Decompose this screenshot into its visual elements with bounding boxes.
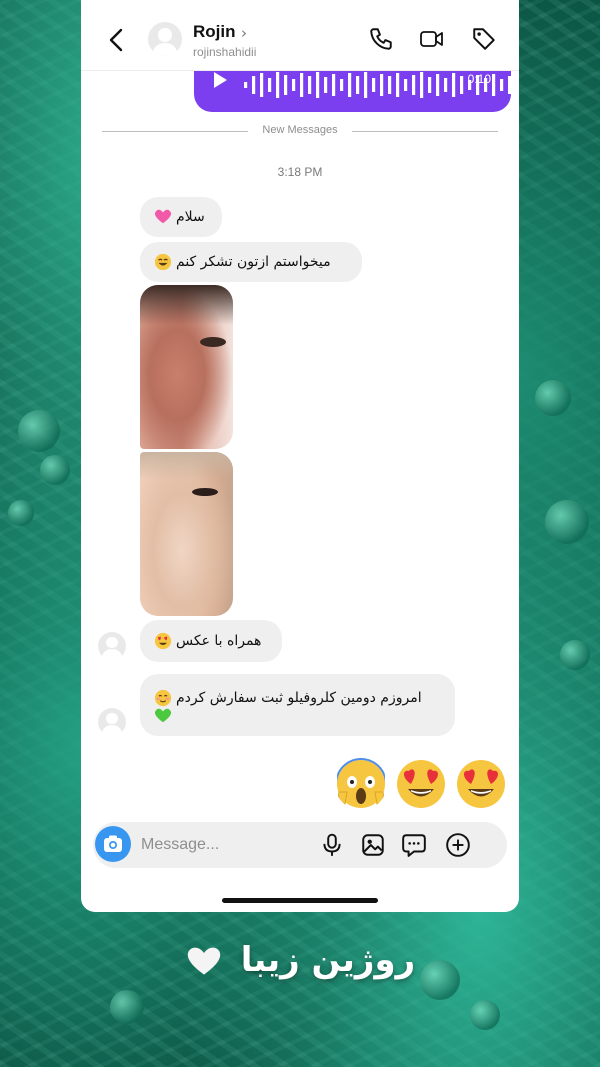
heart-eyes-icon[interactable]: [455, 758, 507, 810]
message-text: همراه با عکس: [176, 633, 262, 649]
back-arrow-icon[interactable]: [109, 28, 123, 52]
attached-photo[interactable]: [140, 285, 233, 449]
message-bubble[interactable]: همراه با عکس: [140, 620, 282, 662]
message-bubble[interactable]: امروزم دومین کلروفیلو ثبت سفارش کردم: [140, 674, 455, 736]
camera-button[interactable]: [95, 826, 131, 862]
chevron-right-icon[interactable]: ›: [241, 24, 247, 42]
separator-line-right: [352, 131, 498, 132]
phone-call-icon[interactable]: [368, 26, 394, 52]
new-messages-separator: New Messages: [262, 124, 338, 136]
microphone-icon[interactable]: [319, 832, 345, 858]
message-bubble[interactable]: میخواستم ازتون تشکر کنم: [140, 242, 362, 282]
play-icon[interactable]: [214, 72, 227, 88]
sticker-chat-icon[interactable]: [401, 832, 427, 858]
background-bubble: [8, 500, 34, 526]
attached-photo[interactable]: [140, 452, 233, 616]
message-input[interactable]: [139, 830, 323, 860]
message-text: امروزم دومین کلروفیلو ثبت سفارش کردم: [176, 690, 422, 706]
background-bubble: [18, 410, 60, 452]
heart-eyes-icon: [154, 632, 172, 650]
white-heart-icon: [187, 947, 221, 975]
voice-duration: 0:10: [467, 72, 491, 86]
add-plus-icon[interactable]: [445, 832, 471, 858]
camera-icon: [104, 835, 122, 852]
message-text: سلام: [176, 209, 205, 225]
contact-avatar[interactable]: [148, 22, 182, 56]
story-caption: روژین زیبا: [0, 940, 600, 980]
message-timestamp: 3:18 PM: [277, 165, 323, 179]
home-indicator: [222, 898, 378, 903]
background-bubble: [110, 990, 144, 1024]
background-bubble: [40, 455, 70, 485]
chat-window: Rojin › rojinshahidii 0:10 New Messages …: [81, 0, 519, 912]
smiling-face-icon: [154, 253, 172, 271]
screaming-face-icon[interactable]: [335, 758, 387, 810]
green-heart-icon: [154, 708, 172, 723]
tag-icon[interactable]: [471, 26, 497, 52]
background-bubble: [470, 1000, 500, 1030]
emoji-reactions: [335, 758, 507, 810]
video-call-icon[interactable]: [419, 26, 445, 52]
blushing-face-icon: [154, 689, 172, 707]
background-bubble: [545, 500, 589, 544]
message-bubble[interactable]: سلام: [140, 197, 222, 237]
message-composer: [93, 822, 507, 868]
contact-username: rojinshahidii: [193, 45, 257, 59]
contact-name[interactable]: Rojin: [193, 22, 236, 42]
caption-text: روژین زیبا: [240, 940, 416, 980]
chat-header: Rojin › rojinshahidii: [81, 0, 519, 71]
message-text: میخواستم ازتون تشکر کنم: [176, 254, 331, 270]
sender-avatar[interactable]: [98, 632, 126, 660]
pink-heart-icon: [154, 209, 172, 224]
sender-avatar[interactable]: [98, 708, 126, 736]
separator-line-left: [102, 131, 248, 132]
background-bubble: [535, 380, 571, 416]
background-bubble: [560, 640, 590, 670]
gallery-icon[interactable]: [360, 832, 386, 858]
heart-eyes-icon[interactable]: [395, 758, 447, 810]
